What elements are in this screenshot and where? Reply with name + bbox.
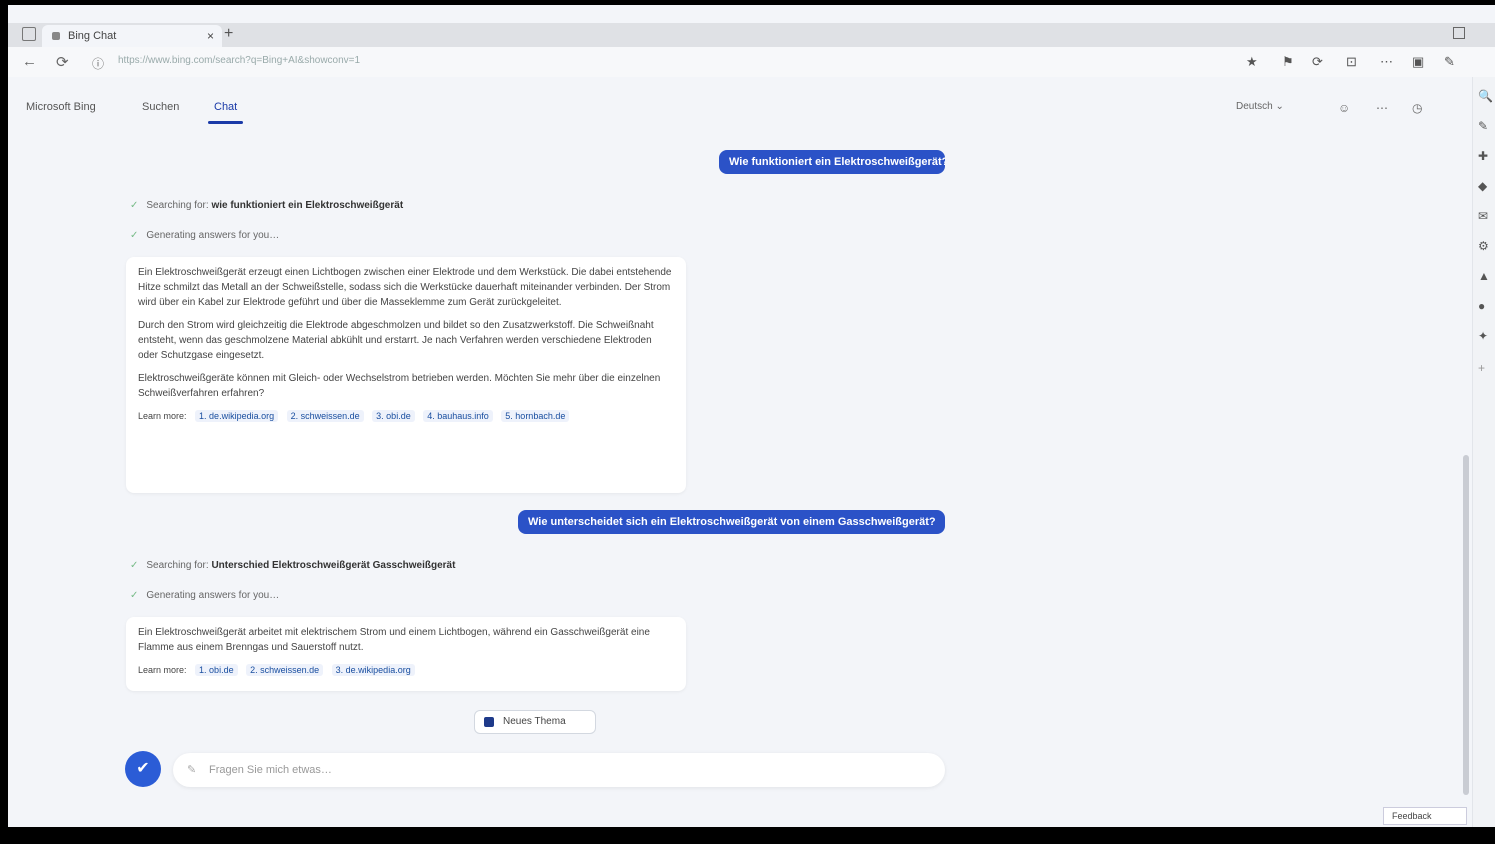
browser-tab[interactable]: Bing Chat ×	[42, 25, 222, 47]
answer-paragraph: Elektroschweißgeräte können mit Gleich- …	[138, 373, 661, 399]
source-link[interactable]: 3. obi.de	[372, 410, 415, 422]
search-step: ✓ Searching for: wie funktioniert ein Ele…	[130, 200, 404, 211]
bot-answer-card: Ein Elektroschweißgerät arbeitet mit ele…	[126, 617, 686, 691]
source-link[interactable]: 2. schweissen.de	[246, 664, 324, 676]
new-topic-icon	[484, 717, 494, 727]
language-selector[interactable]: Deutsch ⌄	[1236, 101, 1284, 112]
sidebar-outlook-icon[interactable]: ✉	[1478, 209, 1488, 223]
source-link[interactable]: 1. obi.de	[195, 664, 238, 676]
edge-sidebar: 🔍 ✎ ✚ ◆ ✉ ⚙ ▲ ● ✦ +	[1472, 77, 1495, 827]
sidebar-settings-icon[interactable]: ⚙	[1478, 239, 1489, 253]
more-options-icon[interactable]: ⋯	[1376, 101, 1388, 115]
source-link[interactable]: 3. de.wikipedia.org	[331, 664, 415, 676]
sidebar-drop-icon[interactable]: ●	[1478, 299, 1485, 313]
source-link[interactable]: 1. de.wikipedia.org	[195, 410, 279, 422]
mode-search[interactable]: Suchen	[142, 101, 179, 113]
answer-paragraph: Ein Elektroschweißgerät arbeitet mit ele…	[138, 627, 650, 653]
tab-favicon-icon	[52, 32, 60, 40]
edit-icon[interactable]: ✎	[1444, 54, 1455, 70]
tab-title: Bing Chat	[68, 30, 117, 42]
new-topic-button[interactable]: Neues Thema	[474, 710, 596, 734]
extension-icon[interactable]: ⚑	[1282, 54, 1294, 70]
more-icon[interactable]: ⋯	[1380, 54, 1393, 70]
refresh-button[interactable]: ⟳	[56, 53, 69, 71]
sync-icon[interactable]: ⟳	[1312, 54, 1323, 70]
source-link[interactable]: 5. hornbach.de	[501, 410, 570, 422]
history-icon[interactable]: ◷	[1412, 101, 1422, 115]
address-bar-row: ← ⟳ ⓘ https://www.bing.com/search?q=Bing…	[8, 47, 1495, 77]
tab-actions-icon[interactable]	[22, 27, 36, 41]
chat-avatar-button[interactable]: ✔	[125, 751, 161, 787]
tab-close-icon[interactable]: ×	[207, 25, 214, 47]
learn-more-label: Learn more:	[138, 665, 187, 675]
source-link[interactable]: 2. schweissen.de	[286, 410, 364, 422]
chat-input[interactable]: ✎ Fragen Sie mich etwas…	[173, 753, 945, 787]
sidebar-tools-icon[interactable]: ✚	[1478, 149, 1488, 163]
url-field[interactable]: https://www.bing.com/search?q=Bing+AI&sh…	[118, 55, 1208, 69]
chat-input-placeholder: Fragen Sie mich etwas…	[209, 764, 332, 776]
user-message: Wie funktioniert ein Elektroschweißgerät…	[719, 150, 945, 174]
check-icon: ✓	[130, 230, 139, 241]
sidebar-games-icon[interactable]: ◆	[1478, 179, 1487, 193]
favorite-icon[interactable]: ★	[1246, 54, 1258, 70]
bot-answer-card: Ein Elektroschweißgerät erzeugt einen Li…	[126, 257, 686, 493]
sidebar-designer-icon[interactable]: ✦	[1478, 329, 1488, 343]
check-icon: ✓	[130, 560, 139, 571]
source-link[interactable]: 4. bauhaus.info	[423, 410, 493, 422]
generating-step: ✓ Generating answers for you…	[130, 230, 280, 241]
learn-more-label: Learn more:	[138, 411, 187, 421]
check-icon: ✓	[130, 590, 139, 601]
tab-bar: Bing Chat × +	[8, 23, 1495, 47]
generating-step: ✓ Generating answers for you…	[130, 590, 280, 601]
bing-header: Microsoft Bing Suchen Chat Deutsch ⌄ ☺ ⋯…	[8, 93, 1468, 125]
account-icon[interactable]: ☺	[1338, 101, 1350, 115]
mode-chat[interactable]: Chat	[207, 101, 244, 124]
compose-icon: ✎	[187, 764, 197, 776]
new-tab-button[interactable]: +	[224, 25, 233, 43]
check-icon: ✓	[130, 200, 139, 211]
sidebar-office-icon[interactable]: ▲	[1478, 269, 1490, 283]
sidebar-search-icon[interactable]: 🔍	[1478, 89, 1493, 103]
answer-paragraph: Durch den Strom wird gleichzeitig die El…	[138, 320, 654, 361]
sidebar-compose-icon[interactable]: ✎	[1478, 119, 1488, 133]
new-topic-label: Neues Thema	[503, 716, 566, 727]
scrollbar[interactable]	[1463, 455, 1469, 795]
answer-paragraph: Ein Elektroschweißgerät erzeugt einen Li…	[138, 267, 672, 308]
feedback-button[interactable]: Feedback	[1383, 807, 1467, 825]
window-maximize-icon[interactable]	[1453, 27, 1465, 39]
browser-window: Bing Chat × + ← ⟳ ⓘ https://www.bing.com…	[8, 5, 1495, 827]
split-screen-icon[interactable]: ⊡	[1346, 54, 1357, 70]
search-step: ✓ Searching for: Unterschied Elektroschwe…	[130, 560, 456, 571]
site-info-icon[interactable]: ⓘ	[92, 55, 104, 72]
sidebar-add-icon[interactable]: +	[1478, 361, 1485, 375]
user-message: Wie unterscheidet sich ein Elektroschwei…	[518, 510, 945, 534]
back-button[interactable]: ←	[22, 53, 37, 70]
learn-more-row: Learn more: 1. de.wikipedia.org 2. schwe…	[138, 409, 674, 424]
collections-icon[interactable]: ▣	[1412, 54, 1424, 70]
mode-microsoft-bing[interactable]: Microsoft Bing	[26, 101, 96, 113]
learn-more-row: Learn more: 1. obi.de 2. schweissen.de 3…	[138, 663, 674, 678]
